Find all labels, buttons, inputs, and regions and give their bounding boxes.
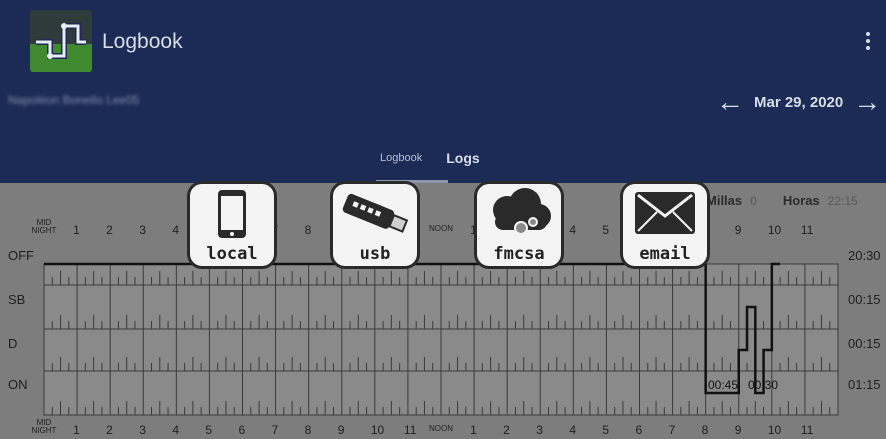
hour-label: 4	[172, 223, 180, 237]
hour-label: 1	[73, 423, 80, 437]
phone-icon	[190, 188, 274, 240]
row-total-on: 01:15	[848, 377, 881, 392]
row-label-on: ON	[8, 377, 28, 392]
cloud-gear-icon	[477, 188, 561, 240]
hour-label: 6	[238, 423, 246, 437]
segment-note: 00:30	[748, 378, 779, 392]
hour-label: 9	[337, 423, 345, 437]
hour-label: 9	[734, 423, 742, 437]
hour-label: 2	[106, 223, 113, 237]
row-total-off: 20:30	[848, 248, 881, 263]
hour-label: 9	[734, 223, 742, 237]
hour-label: 5	[205, 423, 213, 437]
hour-label: 8	[304, 423, 312, 437]
envelope-icon	[623, 188, 707, 240]
row-label-d: D	[8, 336, 18, 351]
row-label-sb: SB	[8, 292, 26, 307]
export-usb-button[interactable]: usb	[333, 184, 417, 266]
hour-label: 3	[536, 423, 543, 437]
hour-label: 10	[767, 423, 782, 437]
hour-label: 11	[800, 423, 814, 437]
hour-label: 10	[767, 223, 782, 237]
hour-label: 2	[503, 423, 510, 437]
hour-label: 4	[569, 423, 577, 437]
export-email-button[interactable]: email	[623, 184, 707, 266]
hour-label: 1	[73, 223, 80, 237]
hour-label: 8	[304, 223, 312, 237]
hour-label: 4	[172, 423, 180, 437]
hour-label: 7	[271, 423, 279, 437]
hour-label-noon: NOON	[429, 224, 453, 233]
hour-label: 3	[139, 423, 146, 437]
row-total-sb: 00:15	[848, 292, 881, 307]
duty-grid	[43, 262, 839, 416]
hour-label-midnight: MID NIGHT	[31, 418, 57, 435]
hour-label-midnight: MID NIGHT	[31, 218, 57, 235]
hour-label: 3	[139, 223, 146, 237]
row-label-off: OFF	[8, 248, 34, 263]
hour-label: 1	[470, 423, 477, 437]
hour-label: 11	[403, 423, 417, 437]
hour-label: 5	[602, 223, 610, 237]
export-email-label: email	[639, 244, 691, 264]
hour-label: 5	[602, 423, 610, 437]
hour-label: 8	[701, 423, 709, 437]
export-fmcsa-button[interactable]: fmcsa	[477, 184, 561, 266]
hour-label: 1	[470, 223, 477, 237]
hour-label: 10	[370, 423, 385, 437]
hour-label: 7	[668, 423, 676, 437]
usb-drive-icon	[333, 188, 417, 240]
export-fmcsa-label: fmcsa	[493, 244, 545, 264]
hour-label: 6	[635, 423, 643, 437]
segment-note: 00:45	[708, 378, 739, 392]
hour-label: 11	[800, 223, 814, 237]
row-total-d: 00:15	[848, 336, 881, 351]
hour-label: 4	[569, 223, 577, 237]
export-usb-label: usb	[359, 244, 391, 264]
hour-label: 2	[106, 423, 113, 437]
hour-label-noon: NOON	[429, 424, 453, 433]
export-local-label: local	[206, 244, 258, 264]
export-local-button[interactable]: local	[190, 184, 274, 266]
